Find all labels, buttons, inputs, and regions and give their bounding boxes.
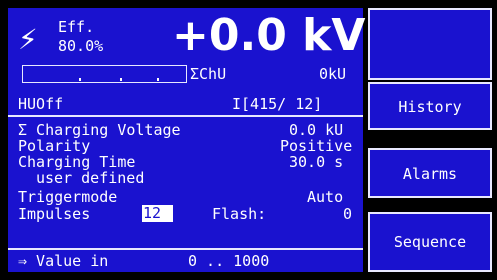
sequence-label: Sequence: [393, 233, 467, 251]
value-in-hint: ⇒ Value in: [18, 252, 109, 270]
polarity-value: Positive: [280, 137, 353, 155]
flash-label: Flash:: [212, 205, 267, 223]
hv-control-screen: ⚡ Eff. 80.0% +0.0 kV ΣChU 0kU HUOff I[41…: [0, 0, 497, 280]
history-button[interactable]: History: [368, 82, 492, 130]
user-defined-label: user defined: [36, 169, 145, 187]
triggermode-label: Triggermode: [18, 188, 118, 206]
lightning-icon: ⚡: [18, 23, 38, 56]
eff-value: 80.0%: [58, 37, 104, 55]
charging-voltage-value: 0.0 kU: [289, 121, 344, 139]
hv-status: HUOff: [18, 95, 64, 113]
impulses-input[interactable]: 12: [142, 205, 174, 222]
charging-voltage-label: Σ Charging Voltage: [18, 121, 181, 139]
value-range: 0 .. 1000: [188, 252, 270, 270]
charge-bar-value: 0kU: [319, 65, 347, 83]
charging-time-label: Charging Time: [18, 153, 136, 171]
alarms-label: Alarms: [402, 165, 458, 183]
impulses-label: Impulses: [18, 205, 91, 223]
divider-bottom: [8, 248, 363, 250]
history-label: History: [398, 98, 462, 116]
eff-label: Eff.: [58, 18, 95, 36]
triggermode-value: Auto: [307, 188, 344, 206]
alarms-button[interactable]: Alarms: [368, 148, 492, 198]
top-softkey-button[interactable]: [368, 8, 492, 80]
voltage-readout: +0.0 kV: [172, 10, 366, 61]
charge-bar-gauge: [22, 65, 187, 83]
charging-time-value: 30.0 s: [289, 153, 344, 171]
sequence-button[interactable]: Sequence: [368, 212, 492, 272]
flash-value: 0: [343, 205, 353, 223]
divider-top: [8, 115, 363, 117]
counter-values: I[415/ 12]: [232, 95, 323, 113]
polarity-label: Polarity: [18, 137, 91, 155]
charge-bar-label: ΣChU: [190, 65, 227, 83]
